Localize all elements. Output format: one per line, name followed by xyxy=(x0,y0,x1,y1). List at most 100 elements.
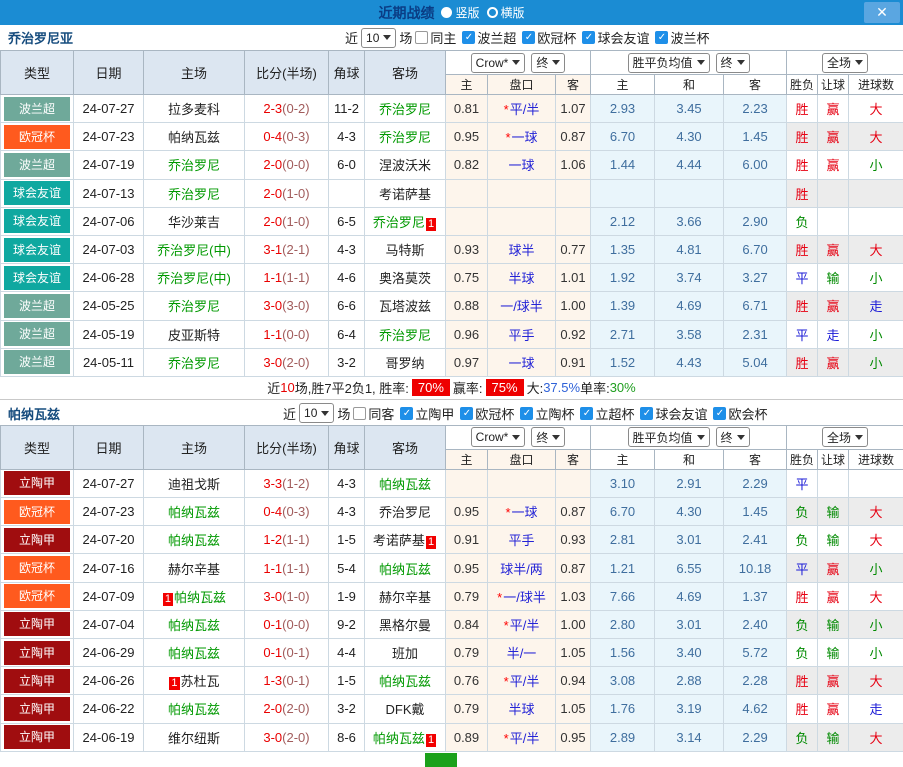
team-link[interactable]: 帕纳瓦兹 xyxy=(379,674,431,689)
handicap-result-cell: 输 xyxy=(818,639,849,667)
league-filter-checkbox[interactable]: ✓球会友谊 xyxy=(640,404,707,423)
team-link[interactable]: DFK戴 xyxy=(385,702,424,717)
team-link[interactable]: 乔治罗尼 xyxy=(379,505,431,520)
mean-away-odds: 1.45 xyxy=(724,498,787,526)
team-link[interactable]: 乔治罗尼(中) xyxy=(157,243,231,258)
corners-cell: 6-6 xyxy=(329,292,365,320)
team-link[interactable]: 赫尔辛基 xyxy=(168,562,220,577)
sub-header: 主 xyxy=(591,449,655,469)
closing-odds-select[interactable]: 终 xyxy=(716,427,750,447)
team-link[interactable]: 乔治罗尼 xyxy=(168,187,220,202)
team-link[interactable]: 黑格尔曼 xyxy=(379,618,431,633)
match-row: 波兰超24-05-25乔治罗尼3-0(3-0)6-6瓦塔波兹0.88一/球半1.… xyxy=(1,292,903,320)
crow-home-odds: 0.81 xyxy=(446,95,488,123)
team-link[interactable]: 考诺萨基 xyxy=(373,533,425,548)
away-team-cell: 赫尔辛基 xyxy=(365,582,446,610)
league-filter-checkbox[interactable]: ✓欧冠杯 xyxy=(522,28,576,47)
league-filter-checkbox[interactable]: ✓波兰超 xyxy=(462,28,516,47)
team-link[interactable]: 帕纳瓦兹 xyxy=(373,731,425,746)
league-filter-checkbox[interactable]: ✓欧冠杯 xyxy=(460,404,514,423)
team-link[interactable]: 帕纳瓦兹 xyxy=(168,533,220,548)
team-link[interactable]: 帕纳瓦兹 xyxy=(168,130,220,145)
fulltime-select[interactable]: 全场 xyxy=(822,53,868,73)
team-link[interactable]: 帕纳瓦兹 xyxy=(168,646,220,661)
team-link[interactable]: 华沙莱吉 xyxy=(168,215,220,230)
handicap-cell xyxy=(488,179,556,207)
team-link[interactable]: 马特斯 xyxy=(385,243,424,258)
summary-text: 赢率: xyxy=(453,378,483,397)
team-link[interactable]: 涅波沃米 xyxy=(379,158,431,173)
team-link[interactable]: 帕纳瓦兹 xyxy=(168,505,220,520)
summary-text: 近 xyxy=(267,378,280,397)
team-link[interactable]: 帕纳瓦兹 xyxy=(168,702,220,717)
team-link[interactable]: 皮亚斯特 xyxy=(168,328,220,343)
closing-odds-select[interactable]: 终 xyxy=(531,53,565,73)
team-link[interactable]: 帕纳瓦兹 xyxy=(379,477,431,492)
closing-odds-select[interactable]: 终 xyxy=(716,53,750,73)
home-team-cell: 乔治罗尼 xyxy=(144,151,245,179)
mean-odds-select[interactable]: 胜平负均值 xyxy=(628,427,710,447)
mean-away-odds: 6.71 xyxy=(724,292,787,320)
mean-odds-select[interactable]: 胜平负均值 xyxy=(628,53,710,73)
league-cell: 立陶甲 xyxy=(1,639,74,667)
close-button[interactable]: ✕ xyxy=(864,2,900,23)
corners-cell: 8-6 xyxy=(329,723,365,751)
away-team-cell: 考诺萨基1 xyxy=(365,526,446,554)
team-link[interactable]: 乔治罗尼(中) xyxy=(157,271,231,286)
team-link[interactable]: 拉多麦科 xyxy=(168,102,220,117)
outcome-cell: 胜 xyxy=(787,667,818,695)
bookmaker-select[interactable]: Crow* xyxy=(471,427,526,447)
games-count-select[interactable]: 10 xyxy=(299,403,334,423)
layout-horizontal-radio[interactable]: 横版 xyxy=(487,4,525,21)
team-link[interactable]: 帕纳瓦兹 xyxy=(379,562,431,577)
team-link[interactable]: 赫尔辛基 xyxy=(379,590,431,605)
sub-header: 主 xyxy=(446,75,488,95)
team-link[interactable]: 考诺萨基 xyxy=(379,187,431,202)
team-link[interactable]: 迪祖戈斯 xyxy=(168,477,220,492)
crow-away-odds: 1.05 xyxy=(556,639,591,667)
crow-home-odds: 0.95 xyxy=(446,554,488,582)
closing-odds-select[interactable]: 终 xyxy=(531,427,565,447)
team-link[interactable]: 班加 xyxy=(392,646,418,661)
league-filter-checkbox[interactable]: ✓立超杯 xyxy=(580,404,634,423)
team-link[interactable]: 乔治罗尼 xyxy=(168,356,220,371)
crow-home-odds xyxy=(446,469,488,497)
team-link[interactable]: 瓦塔波兹 xyxy=(379,299,431,314)
layout-vertical-radio[interactable]: 竖版 xyxy=(441,4,479,21)
team-link[interactable]: 奥洛莫茨 xyxy=(379,271,431,286)
team-link[interactable]: 乔治罗尼 xyxy=(379,328,431,343)
column-header: 客场 xyxy=(365,51,446,95)
league-filter-checkbox[interactable]: ✓球会友谊 xyxy=(582,28,649,47)
team-link[interactable]: 帕纳瓦兹 xyxy=(174,590,226,605)
summary-text: 单率: xyxy=(580,378,610,397)
team-link[interactable]: 维尔纽斯 xyxy=(168,731,220,746)
team-link[interactable]: 苏杜瓦 xyxy=(181,674,220,689)
mean-draw-odds: 3.45 xyxy=(655,95,724,123)
team-link[interactable]: 乔治罗尼 xyxy=(168,158,220,173)
mean-draw-odds: 3.40 xyxy=(655,639,724,667)
team-link[interactable]: 哥罗纳 xyxy=(385,356,424,371)
date-cell: 24-07-23 xyxy=(74,498,144,526)
league-filter-checkbox[interactable]: ✓波兰杯 xyxy=(655,28,709,47)
team-link[interactable]: 乔治罗尼 xyxy=(379,102,431,117)
same-venue-checkbox[interactable]: 同主 xyxy=(415,28,456,47)
games-label: 场 xyxy=(337,404,350,423)
goals-result-cell xyxy=(849,207,903,235)
bookmaker-select[interactable]: Crow* xyxy=(471,53,526,73)
team-link[interactable]: 乔治罗尼 xyxy=(373,215,425,230)
match-row: 立陶甲24-07-27迪祖戈斯3-3(1-2)4-3帕纳瓦兹3.102.912.… xyxy=(1,469,903,497)
team-name: 帕纳瓦兹 xyxy=(8,404,60,423)
chevron-down-icon xyxy=(737,60,745,65)
team-link[interactable]: 乔治罗尼 xyxy=(168,299,220,314)
mean-draw-odds: 3.14 xyxy=(655,723,724,751)
same-venue-checkbox[interactable]: 同客 xyxy=(353,404,394,423)
outcome-cell: 胜 xyxy=(787,151,818,179)
fulltime-select[interactable]: 全场 xyxy=(822,427,868,447)
team-link[interactable]: 帕纳瓦兹 xyxy=(168,618,220,633)
league-filter-checkbox[interactable]: ✓欧会杯 xyxy=(713,404,767,423)
team-link[interactable]: 乔治罗尼 xyxy=(379,130,431,145)
games-count-select[interactable]: 10 xyxy=(361,28,396,48)
column-header: 客场 xyxy=(365,425,446,469)
league-filter-checkbox[interactable]: ✓立陶甲 xyxy=(400,404,454,423)
league-filter-checkbox[interactable]: ✓立陶杯 xyxy=(520,404,574,423)
